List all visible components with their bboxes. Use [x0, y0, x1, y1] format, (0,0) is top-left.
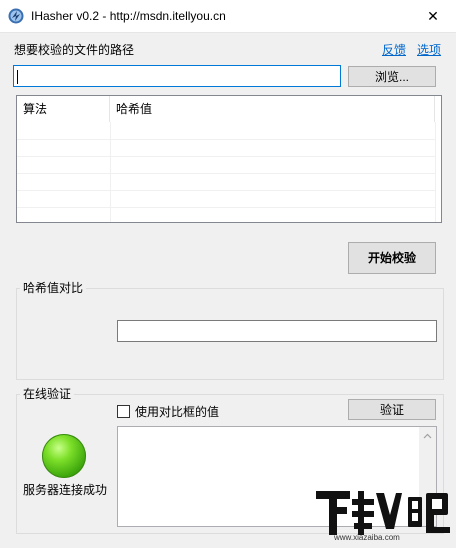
feedback-link[interactable]: 反馈	[382, 42, 406, 58]
start-verify-button[interactable]: 开始校验	[348, 242, 436, 274]
server-status-text: 服务器连接成功	[23, 483, 108, 497]
close-button[interactable]: ✕	[410, 0, 456, 32]
list-row	[17, 123, 435, 140]
use-compare-value-checkbox[interactable]	[117, 405, 130, 418]
verify-button[interactable]: 验证	[348, 399, 436, 420]
watermark-url: www.xiazaiba.com	[334, 533, 400, 542]
column-header-hash[interactable]: 哈希值	[110, 96, 435, 122]
window-title: IHasher v0.2 - http://msdn.itellyou.cn	[31, 9, 226, 23]
column-header-algorithm[interactable]: 算法	[17, 96, 110, 122]
browse-button[interactable]: 浏览...	[348, 66, 436, 87]
list-row	[17, 140, 435, 157]
list-row	[17, 157, 435, 174]
path-label: 想要校验的文件的路径	[14, 43, 135, 57]
list-header: 算法 哈希值	[17, 96, 441, 122]
xiazaiba-watermark-logo: www.xiazaiba.com	[314, 485, 452, 545]
list-row	[17, 191, 435, 208]
server-status-light-icon	[42, 434, 86, 478]
title-bar: IHasher v0.2 - http://msdn.itellyou.cn ✕	[0, 0, 456, 33]
use-compare-value-label[interactable]: 使用对比框的值	[135, 404, 219, 420]
compare-hash-input[interactable]	[117, 320, 437, 342]
app-icon	[8, 8, 24, 24]
options-link[interactable]: 选项	[417, 42, 441, 58]
path-input[interactable]	[13, 65, 341, 87]
scroll-up-icon[interactable]	[419, 429, 436, 443]
close-icon: ✕	[427, 7, 439, 24]
hash-result-list[interactable]: 算法 哈希值	[16, 95, 442, 223]
online-verify-title: 在线验证	[20, 386, 75, 402]
list-row	[17, 174, 435, 191]
hash-compare-title: 哈希值对比	[20, 280, 87, 296]
text-caret	[17, 70, 18, 84]
